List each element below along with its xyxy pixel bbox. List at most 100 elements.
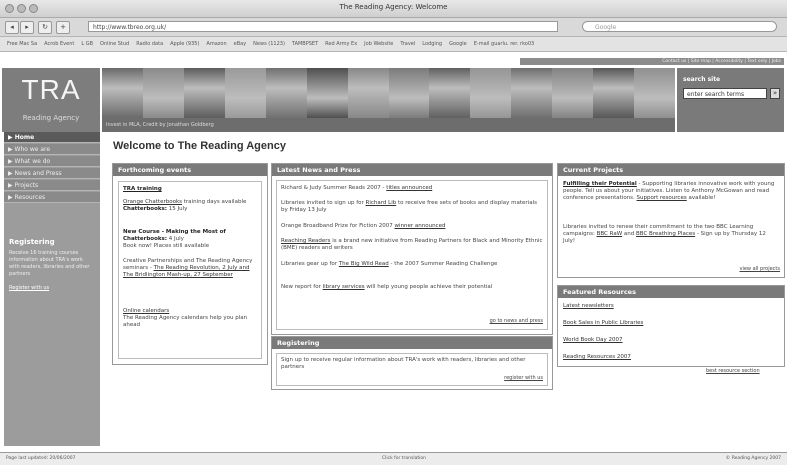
google-search-field[interactable]: Google — [582, 21, 777, 32]
bbc-raw-link[interactable]: BBC RaW — [597, 231, 623, 237]
search-go-button[interactable]: » — [770, 88, 780, 99]
project-2-and: and — [623, 231, 635, 237]
photo-caption: Invest in MLA, Credit by Jonathan Goldbe… — [102, 118, 675, 132]
resources-panel: Featured Resources Latest newsletters Bo… — [557, 285, 785, 367]
project-1-tail: available! — [688, 195, 716, 201]
news-6-post: will help young people achieve their pot… — [366, 284, 493, 290]
bookmarks-bar: Free Mac Sa Acrob Event L GB Online Stud Rad… — [0, 37, 787, 52]
header-photo — [265, 68, 308, 118]
bookmark-item[interactable]: E-mail guarlu. rer. rko03 — [474, 37, 534, 51]
events-heading: Forthcoming events — [113, 164, 267, 176]
view-all-projects-link[interactable]: view all projects — [740, 266, 781, 272]
add-bookmark-button[interactable]: + — [56, 21, 70, 34]
projects-heading: Current Projects — [558, 164, 784, 176]
bookmark-item[interactable]: TAMBPSET — [292, 37, 318, 51]
bookmark-item[interactable]: Radio data — [136, 37, 163, 51]
fulfilling-potential-link[interactable]: Fulfilling their Potential — [563, 181, 637, 187]
event-3: Creative Partnerships and The Reading Ag… — [123, 258, 255, 279]
header-photo — [306, 68, 349, 118]
bookmark-item[interactable]: Online Stud — [100, 37, 129, 51]
browser-titlebar: The Reading Agency: Welcome — [0, 0, 787, 18]
footer-translate-link[interactable]: Click for translation — [382, 453, 426, 465]
event-1-date: 15 July — [168, 206, 188, 212]
news-item-2: Libraries invited to sign up for Richard… — [281, 200, 543, 214]
header-photo — [552, 68, 595, 118]
bookmark-item[interactable]: Google — [449, 37, 467, 51]
project-1: Fulfilling their Potential - Supporting … — [563, 181, 779, 202]
events-panel: Forthcoming events TRA training Orange C… — [112, 163, 268, 365]
news-heading: Latest News and Press — [272, 164, 552, 176]
events-inner: TRA training Orange Chatterbooks trainin… — [118, 181, 262, 359]
bookmark-item[interactable]: Free Mac Sa — [7, 37, 37, 51]
news-1-text: Richard & Judy Summer Reads 2007 - — [281, 185, 385, 191]
news-item-1: Richard & Judy Summer Reads 2007 - title… — [281, 185, 543, 192]
bookmark-item[interactable]: Apple (935) — [170, 37, 199, 51]
utility-links[interactable]: Contact us | Site map | Accessibility | … — [520, 58, 784, 65]
footer: Page last updated: 20/06/2007 Click for … — [0, 452, 787, 465]
header-photo — [224, 68, 267, 118]
support-resources-link[interactable]: Support resources — [637, 195, 687, 201]
site-logo[interactable]: TRA Reading Agency — [2, 68, 100, 132]
register-with-us-link[interactable]: register with us — [504, 375, 543, 381]
bookmark-item[interactable]: Amazon — [206, 37, 226, 51]
bookmark-item[interactable]: Job Website — [364, 37, 393, 51]
online-calendars-link[interactable]: Online calendars — [123, 308, 169, 314]
winner-announced-link[interactable]: winner announced — [394, 223, 445, 229]
reload-button[interactable]: ↻ — [38, 21, 52, 34]
library-services-link[interactable]: library services — [323, 284, 365, 290]
header-photo-strip — [102, 68, 675, 118]
reaching-readers-link[interactable]: Reaching Readers — [281, 238, 330, 244]
richard-lib-link[interactable]: Richard Lib — [366, 200, 397, 206]
sidebar-item-resources[interactable]: ▶ Resources — [4, 192, 100, 203]
header-photo — [183, 68, 226, 118]
bookmark-item[interactable]: L GB — [81, 37, 93, 51]
logo-text: TRA — [21, 74, 81, 105]
header-photo — [347, 68, 390, 118]
news-3-text: Orange Broadband Prize for Fiction 2007 — [281, 223, 393, 229]
sidebar-item-projects[interactable]: ▶ Projects — [4, 180, 100, 191]
address-bar[interactable]: http://www.tbreo.org.uk/ — [88, 21, 558, 32]
search-label: search site — [683, 76, 721, 83]
bookmark-item[interactable]: News (1123) — [253, 37, 285, 51]
bookmark-item[interactable]: Red Army Ex — [325, 37, 357, 51]
resources-heading: Featured Resources — [558, 286, 784, 298]
resource-link[interactable]: World Book Day 2007 — [563, 337, 623, 344]
resource-link[interactable]: Latest newsletters — [563, 303, 614, 310]
bookmark-item[interactable]: eBay — [234, 37, 247, 51]
resources-more-link[interactable]: best resource section — [706, 368, 760, 374]
back-button[interactable]: ◂ — [5, 21, 19, 34]
bookmark-item[interactable]: Lodging — [422, 37, 442, 51]
news-inner: Richard & Judy Summer Reads 2007 - title… — [276, 180, 548, 330]
header-photo — [470, 68, 513, 118]
resource-link[interactable]: Reading Resources 2007 — [563, 354, 631, 361]
sidebar-registering-text: Receive 16 training courses information … — [9, 250, 95, 292]
search-input[interactable]: enter search terms — [683, 88, 767, 99]
event-2-date: 4 July — [168, 236, 184, 242]
resource-link[interactable]: Book Sales in Public Libraries — [563, 320, 643, 327]
sidebar-item-home[interactable]: ▶ Home — [4, 132, 100, 143]
header-photo — [634, 68, 675, 118]
tra-training-link[interactable]: TRA training — [123, 186, 162, 193]
calendars: Online calendars The Reading Agency cale… — [123, 308, 255, 329]
news-panel: Latest News and Press Richard & Judy Sum… — [271, 163, 553, 335]
orange-chatterbooks-link[interactable]: Orange Chatterbooks — [123, 199, 182, 205]
news-more-link[interactable]: go to news and press — [490, 318, 543, 324]
sidebar-item-what-we-do[interactable]: ▶ What we do — [4, 156, 100, 167]
registering-text: Sign up to receive regular information a… — [281, 357, 526, 370]
footer-copyright: © Reading Agency 2007 — [725, 456, 781, 461]
sidebar-registering-description: Receive 16 training courses information … — [9, 250, 90, 277]
bookmark-item[interactable]: Travel — [400, 37, 415, 51]
window-title: The Reading Agency: Welcome — [339, 3, 448, 11]
bookmark-item[interactable]: Acrob Event — [44, 37, 74, 51]
sidebar-item-news-and-press[interactable]: ▶ News and Press — [4, 168, 100, 179]
header-photo — [511, 68, 554, 118]
news-6-pre: New report for — [281, 284, 321, 290]
bbc-breathing-places-link[interactable]: BBC Breathing Places — [636, 231, 695, 237]
logo-subtitle: Reading Agency — [22, 114, 80, 122]
big-wild-read-link[interactable]: The Big Wild Read — [339, 261, 389, 267]
forward-button[interactable]: ▸ — [20, 21, 34, 34]
sidebar-item-who-we-are[interactable]: ▶ Who we are — [4, 144, 100, 155]
titles-announced-link[interactable]: titles announced — [386, 185, 432, 191]
projects-panel: Current Projects Fulfilling their Potent… — [557, 163, 785, 278]
sidebar-register-link[interactable]: Register with us — [9, 285, 49, 291]
